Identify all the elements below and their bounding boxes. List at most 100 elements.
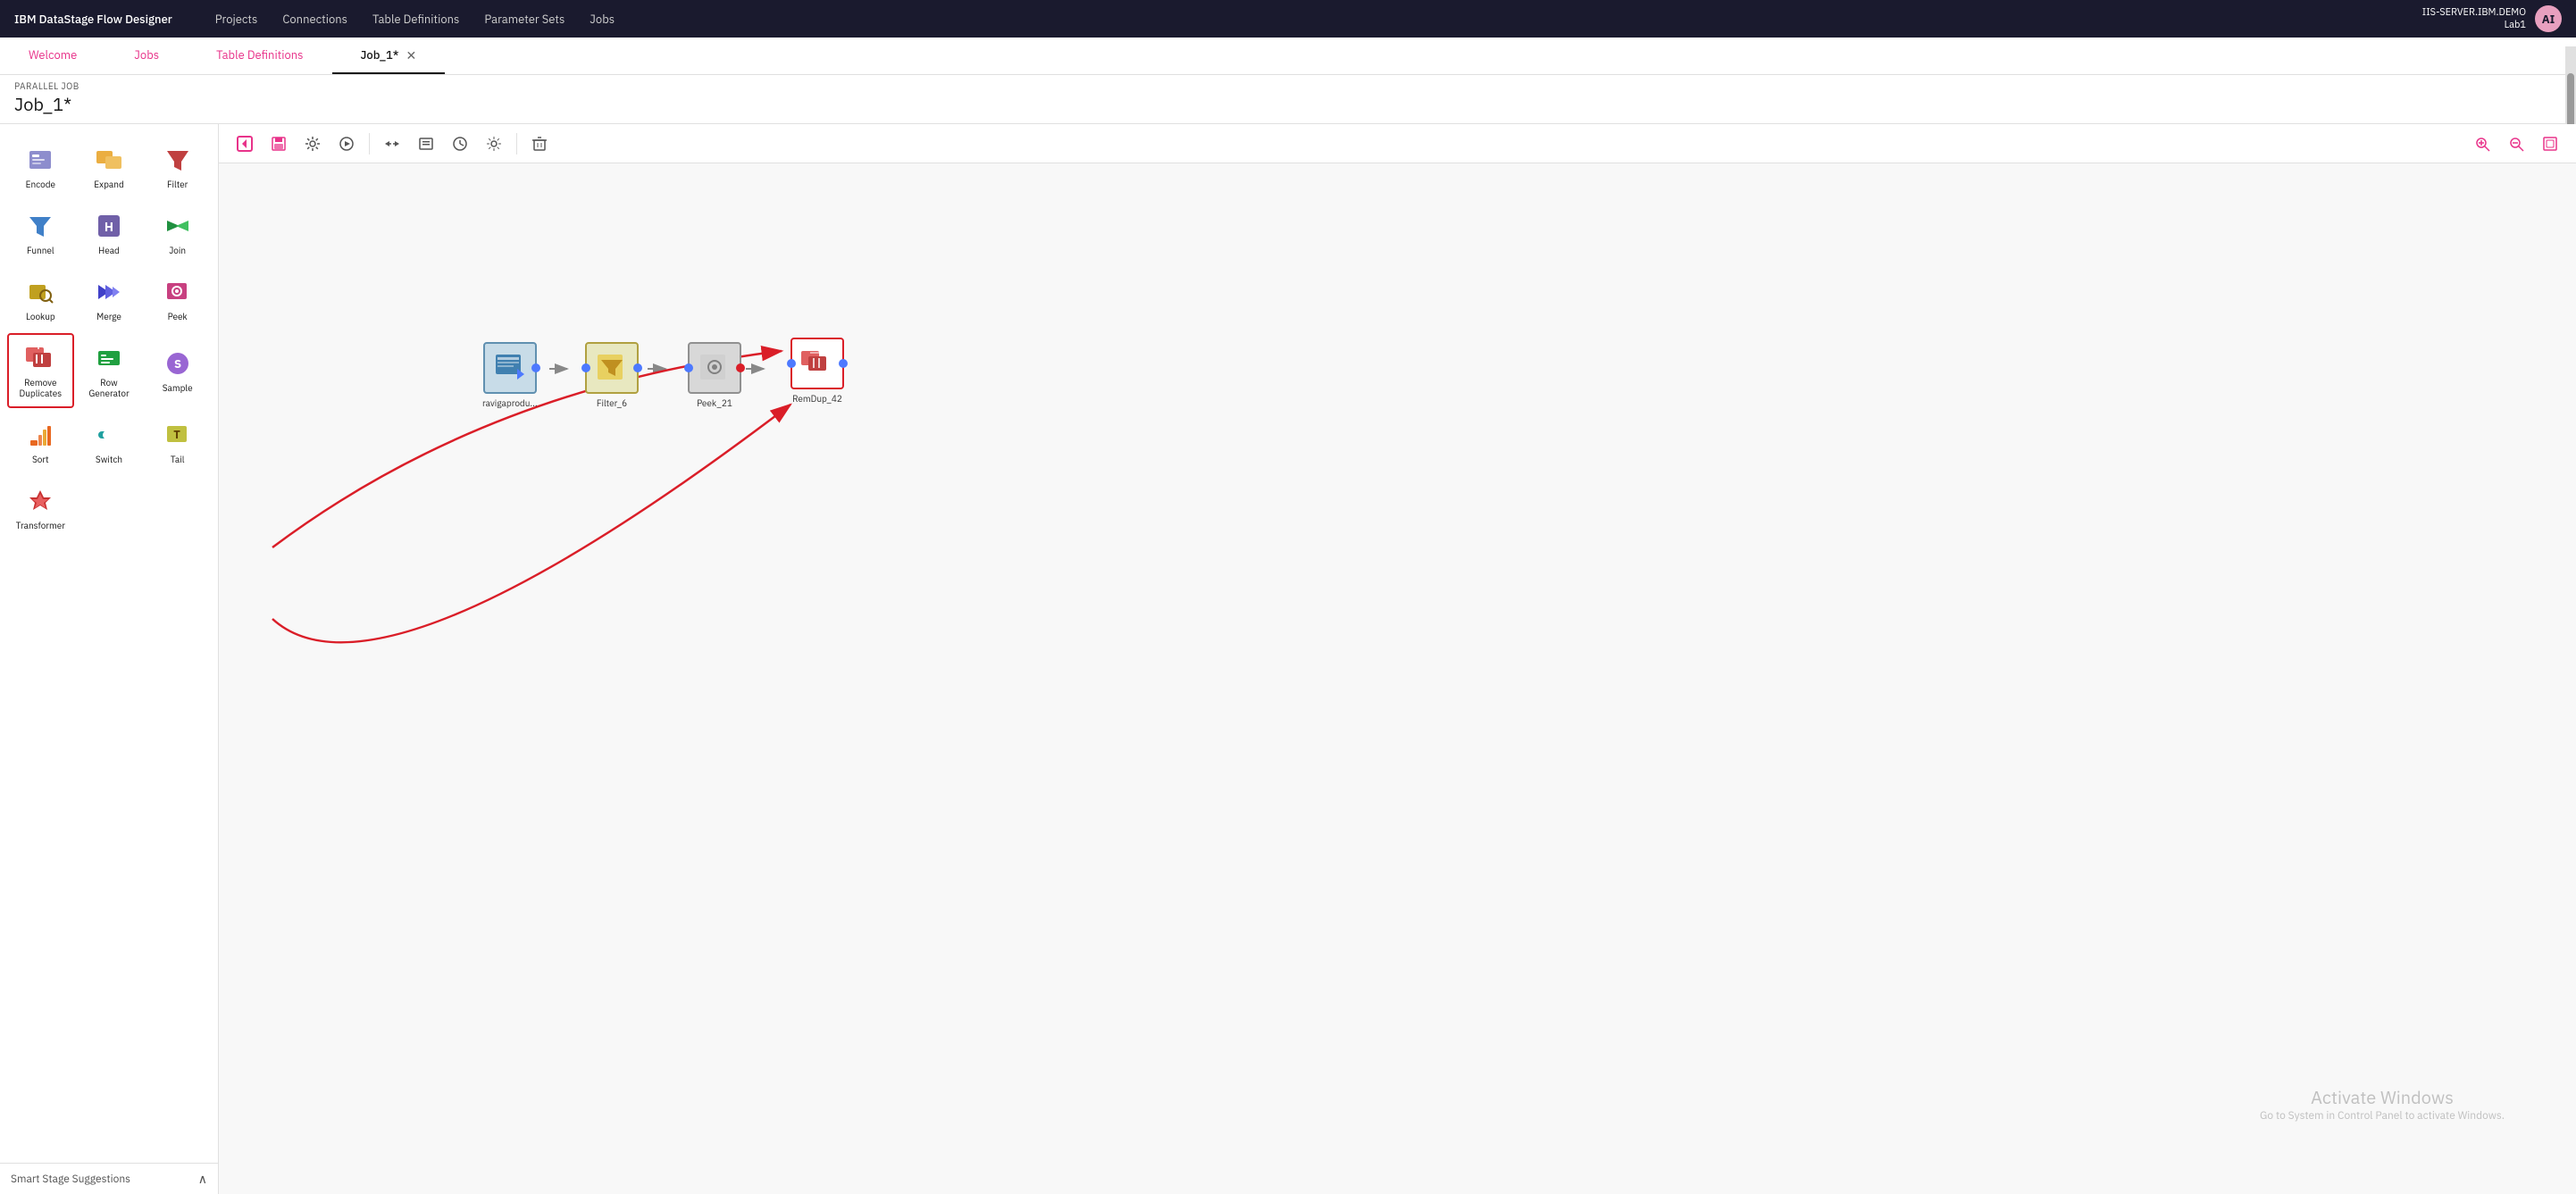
port-filter6-right[interactable] <box>633 363 642 372</box>
sidebar-item-sample[interactable]: S Sample <box>144 333 211 408</box>
fit-button[interactable] <box>2535 129 2565 159</box>
merge-label: Merge <box>96 312 121 322</box>
job-title: Job_1* <box>14 92 2562 116</box>
canvas-area: ravigaprodu... Filter_6 <box>219 124 2576 1194</box>
port-source-right[interactable] <box>531 363 540 372</box>
tab-bar: Welcome Jobs Table Definitions Job_1* ✕ <box>0 38 2576 75</box>
toolbar-separator-1 <box>369 133 370 154</box>
sidebar-item-filter[interactable]: Filter <box>144 135 211 199</box>
toolbar-separator-2 <box>516 133 517 154</box>
node-peek21-label: Peek_21 <box>697 397 732 409</box>
node-box-remdup42[interactable] <box>790 338 844 389</box>
canvas[interactable]: ravigaprodu... Filter_6 <box>219 163 2576 1194</box>
tab-table-definitions[interactable]: Table Definitions <box>188 38 331 74</box>
nav-connections[interactable]: Connections <box>282 12 347 27</box>
delete-button[interactable] <box>524 129 555 159</box>
tab-welcome[interactable]: Welcome <box>0 38 105 74</box>
node-source-label: ravigaprodu... <box>482 397 538 409</box>
node-filter6[interactable]: Filter_6 <box>585 342 639 409</box>
merge-icon <box>93 276 125 308</box>
sidebar-item-transformer[interactable]: Transformer <box>7 476 74 540</box>
encode-icon <box>24 144 56 176</box>
sidebar-item-switch[interactable]: Switch <box>76 410 143 474</box>
user-area: IIS-SERVER.IBM.DEMO Lab1 AI <box>2422 5 2562 32</box>
server-info: IIS-SERVER.IBM.DEMO Lab1 <box>2422 6 2526 32</box>
canvas-toolbar <box>219 124 2576 163</box>
transformer-label: Transformer <box>16 521 65 531</box>
row-generator-icon <box>93 342 125 374</box>
encode-label: Encode <box>26 180 55 190</box>
lookup-label: Lookup <box>26 312 55 322</box>
tab-jobs[interactable]: Jobs <box>105 38 188 74</box>
expand-label: Expand <box>94 180 124 190</box>
svg-text:T: T <box>173 427 180 442</box>
peek-icon <box>162 276 194 308</box>
head-label: Head <box>98 246 120 256</box>
port-remdup42-left[interactable] <box>787 359 796 368</box>
close-icon[interactable]: ✕ <box>406 47 416 63</box>
smart-stage-label: Smart Stage Suggestions <box>11 1173 130 1186</box>
port-peek21-left[interactable] <box>684 363 693 372</box>
sidebar-item-merge[interactable]: Merge <box>76 267 143 331</box>
node-source[interactable]: ravigaprodu... <box>482 342 538 409</box>
sidebar-item-encode[interactable]: Encode <box>7 135 74 199</box>
sidebar-item-peek[interactable]: Peek <box>144 267 211 331</box>
head-icon: H <box>93 210 125 242</box>
svg-text:H: H <box>105 219 113 235</box>
sidebar-item-remove-duplicates[interactable]: Remove Duplicates <box>7 333 74 408</box>
port-filter6-left[interactable] <box>581 363 590 372</box>
sidebar-item-join[interactable]: Join <box>144 201 211 265</box>
sidebar-item-lookup[interactable]: Lookup <box>7 267 74 331</box>
sidebar-content: Encode Expand Filter <box>0 124 218 1163</box>
nav-projects[interactable]: Projects <box>215 12 258 27</box>
watermark: Activate Windows Go to System in Control… <box>2260 1085 2505 1123</box>
schedule-button[interactable] <box>445 129 475 159</box>
sidebar-item-expand[interactable]: Expand <box>76 135 143 199</box>
back-button[interactable] <box>230 129 260 159</box>
remove-duplicates-icon <box>24 342 56 374</box>
settings-button[interactable] <box>297 129 328 159</box>
run-button[interactable] <box>331 129 362 159</box>
sidebar-item-head[interactable]: H Head <box>76 201 143 265</box>
join-icon <box>162 210 194 242</box>
sample-label: Sample <box>163 383 193 394</box>
user-avatar[interactable]: AI <box>2535 5 2562 32</box>
link-button[interactable] <box>377 129 407 159</box>
app-title: IBM DataStage Flow Designer <box>14 12 172 27</box>
node-box-filter6[interactable] <box>585 342 639 394</box>
save-button[interactable] <box>263 129 294 159</box>
view-button[interactable] <box>411 129 441 159</box>
node-peek21[interactable]: Peek_21 <box>688 342 741 409</box>
sidebar-item-funnel[interactable]: Funnel <box>7 201 74 265</box>
node-box-source[interactable] <box>483 342 537 394</box>
sort-icon <box>24 419 56 451</box>
chevron-up-icon: ∧ <box>198 1171 207 1187</box>
zoom-out-button[interactable] <box>2501 129 2531 159</box>
job-header: PARALLEL JOB Job_1* <box>0 75 2576 124</box>
switch-icon <box>93 419 125 451</box>
tail-icon: T <box>162 419 194 451</box>
nav-parameter-sets[interactable]: Parameter Sets <box>484 12 565 27</box>
zoom-in-button[interactable] <box>2467 129 2497 159</box>
node-remdup42[interactable]: RemDup_42 <box>790 338 844 405</box>
nav-table-definitions[interactable]: Table Definitions <box>372 12 459 27</box>
lab-name: Lab1 <box>2422 19 2526 31</box>
server-name: IIS-SERVER.IBM.DEMO <box>2422 6 2526 19</box>
sidebar-item-row-generator[interactable]: Row Generator <box>76 333 143 408</box>
port-peek21-right[interactable] <box>736 363 745 372</box>
watermark-title: Activate Windows <box>2260 1085 2505 1109</box>
nav-jobs[interactable]: Jobs <box>590 12 615 27</box>
sidebar-item-sort[interactable]: Sort <box>7 410 74 474</box>
tail-label: Tail <box>171 455 185 465</box>
node-box-peek21[interactable] <box>688 342 741 394</box>
sidebar-footer[interactable]: Smart Stage Suggestions ∧ <box>0 1163 218 1194</box>
svg-text:S: S <box>174 356 181 372</box>
watermark-subtitle: Go to System in Control Panel to activat… <box>2260 1109 2505 1123</box>
main-layout: Encode Expand Filter <box>0 124 2576 1194</box>
gear-button[interactable] <box>479 129 509 159</box>
port-remdup42-right[interactable] <box>839 359 848 368</box>
tab-job1[interactable]: Job_1* ✕ <box>332 38 446 74</box>
canvas-connections <box>219 163 2576 1194</box>
sidebar-item-tail[interactable]: T Tail <box>144 410 211 474</box>
row-generator-label: Row Generator <box>81 378 138 399</box>
